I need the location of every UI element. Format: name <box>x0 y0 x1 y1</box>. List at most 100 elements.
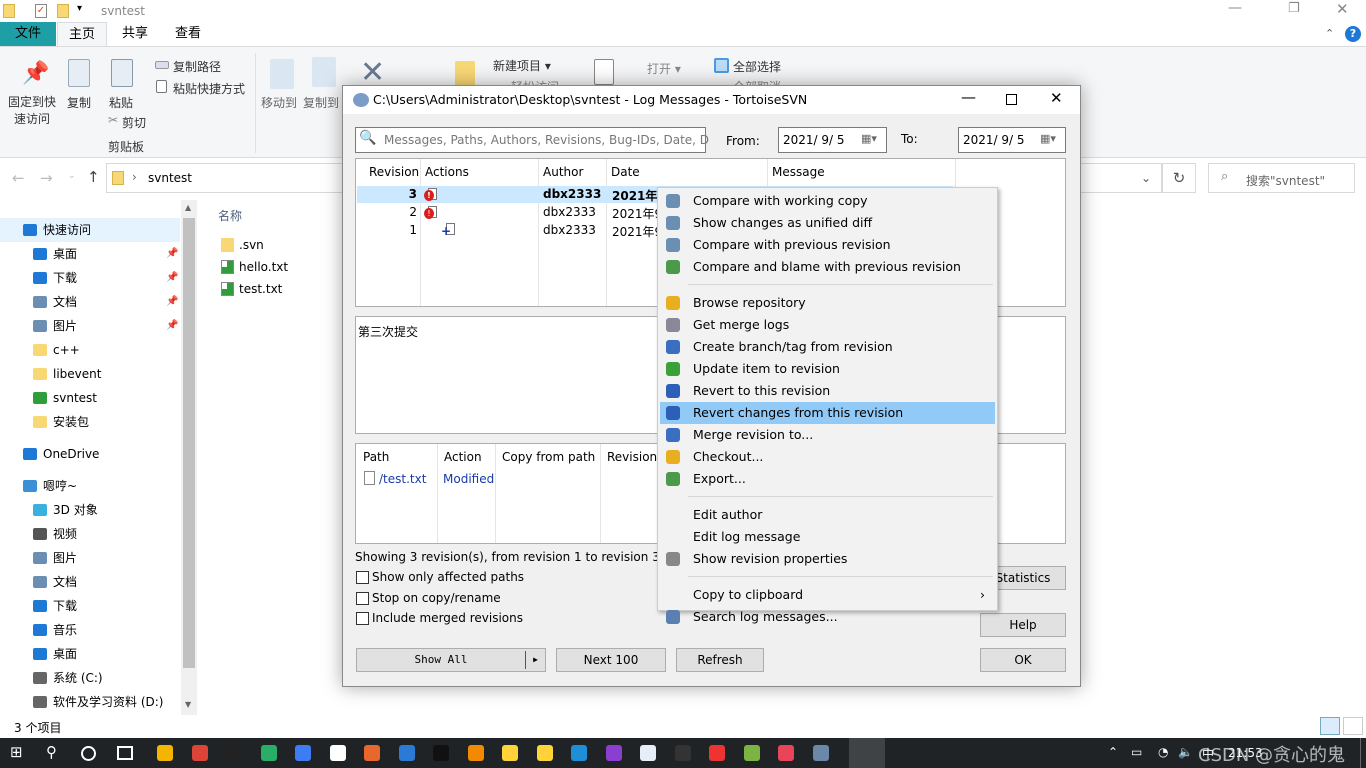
nav-item-download[interactable]: 下载 📌 <box>0 266 180 290</box>
menu-item-search-log-messages[interactable]: Search log messages... <box>660 606 995 628</box>
menu-item-update-item-to-revision[interactable]: Update item to revision <box>660 358 995 380</box>
nav-item-drive[interactable]: 系统 (C:) <box>0 666 180 690</box>
breadcrumb-svntest[interactable]: svntest <box>148 171 192 185</box>
new-item-button[interactable]: 新建项目 ▾ <box>493 57 551 74</box>
back-button[interactable]: ← <box>12 169 25 187</box>
header-action[interactable]: Action <box>439 444 482 470</box>
dialog-maximize-button[interactable] <box>1006 94 1017 105</box>
menu-item-copy-to-clipboard[interactable]: Copy to clipboard › <box>660 584 995 606</box>
file-item-name[interactable]: hello.txt <box>239 260 288 274</box>
tab-file[interactable]: 文件 <box>0 22 56 46</box>
app-icon[interactable] <box>640 745 656 761</box>
checkbox[interactable] <box>356 591 369 605</box>
menu-item-compare-with-working-copy[interactable]: Compare with working copy <box>660 190 995 212</box>
nav-item-drive[interactable]: 软件及学习资料 (D:) <box>0 690 180 714</box>
menu-item-show-changes-as-unified-diff[interactable]: Show changes as unified diff <box>660 212 995 234</box>
close-button[interactable]: ✕ <box>1336 0 1349 18</box>
refresh-button[interactable]: Refresh <box>676 648 764 672</box>
menu-item-compare-with-previous-revision[interactable]: Compare with previous revision <box>660 234 995 256</box>
nav-item-svn-folder[interactable]: svntest <box>0 386 180 410</box>
column-header-name[interactable]: 名称 <box>218 207 242 224</box>
tortoisesvn-icon[interactable] <box>812 745 829 761</box>
open-button[interactable]: 打开 ▾ <box>647 60 681 77</box>
header-revision[interactable]: Revision <box>602 444 657 470</box>
show-all-button[interactable]: Show All ▶ <box>356 648 546 672</box>
fox-icon[interactable] <box>364 745 380 761</box>
menu-item-compare-and-blame-with-previous-revision[interactable]: Compare and blame with previous revision <box>660 256 995 278</box>
tray-chevron-icon[interactable]: ⌃ <box>1108 745 1118 759</box>
nav-item-pictures[interactable]: 图片 <box>0 546 180 570</box>
checkbox-label[interactable]: Include merged revisions <box>372 611 523 625</box>
qq-icon[interactable] <box>226 745 242 761</box>
copy-path-button[interactable]: 复制路径 <box>173 58 221 75</box>
header-date[interactable]: Date <box>606 159 640 185</box>
copy-to-button[interactable]: 复制到 <box>303 94 339 111</box>
menu-item-revert-changes-from-this-revision[interactable]: Revert changes from this revision <box>660 402 995 424</box>
search-icon[interactable]: ⚲ <box>46 743 57 761</box>
volume-icon[interactable]: 🔈 <box>1178 745 1193 759</box>
recent-locations-button[interactable]: ⌄ <box>68 171 76 181</box>
menu-item-get-merge-logs[interactable]: Get merge logs <box>660 314 995 336</box>
terminal-icon[interactable] <box>674 745 691 761</box>
task-view-icon[interactable] <box>117 746 133 760</box>
menu-item-edit-log-message[interactable]: Edit log message <box>660 526 995 548</box>
zy-icon[interactable] <box>502 745 518 761</box>
file-item-name[interactable]: test.txt <box>239 282 282 296</box>
show-desktop-button[interactable] <box>1360 738 1366 768</box>
customize-qat-icon[interactable]: ▾ <box>77 3 82 14</box>
battery-icon[interactable]: ▭ <box>1131 745 1142 759</box>
app-icon[interactable] <box>295 745 311 761</box>
cortana-icon[interactable] <box>81 746 96 761</box>
nav-item-pictures[interactable]: 图片 📌 <box>0 314 180 338</box>
header-copy-from-path[interactable]: Copy from path <box>497 444 595 470</box>
nav-item-folder[interactable]: 安装包 <box>0 410 180 434</box>
menu-item-revert-to-this-revision[interactable]: Revert to this revision <box>660 380 995 402</box>
app-icon[interactable] <box>605 745 622 761</box>
wechat-icon[interactable] <box>260 745 277 761</box>
path-value[interactable]: /test.txt <box>379 472 426 486</box>
menu-item-merge-revision-to[interactable]: Merge revision to... <box>660 424 995 446</box>
tab-view[interactable]: 查看 <box>163 22 213 46</box>
details-view-button[interactable] <box>1320 717 1340 735</box>
pin-icon[interactable]: 📌 <box>166 314 178 338</box>
vscode-icon[interactable] <box>398 745 415 761</box>
file-item-name[interactable]: .svn <box>239 238 264 252</box>
scroll-up-icon[interactable]: ▲ <box>185 203 191 212</box>
nav-item-download[interactable]: 下载 <box>0 594 180 618</box>
paste-shortcut-button[interactable]: 粘贴快捷方式 <box>173 80 245 97</box>
collapse-ribbon-icon[interactable]: ⌃ <box>1325 27 1334 40</box>
address-dropdown-icon[interactable]: ⌄ <box>1141 171 1151 185</box>
checkbox[interactable] <box>356 571 369 584</box>
show-all-dropdown-icon[interactable]: ▶ <box>525 651 545 669</box>
refresh-button[interactable]: ↻ <box>1162 163 1196 193</box>
nav-item-folder[interactable]: c++ <box>0 338 180 362</box>
typora-icon[interactable] <box>329 745 346 761</box>
nav-item-document[interactable]: 文档 <box>0 570 180 594</box>
from-date-picker[interactable]: 2021/ 9/ 5 ▦▾ <box>778 127 887 153</box>
chrome-icon[interactable] <box>191 745 208 761</box>
start-button[interactable]: ⊞ <box>10 743 23 761</box>
app-icon[interactable] <box>778 745 794 761</box>
nav-item-folder[interactable]: libevent <box>0 362 180 386</box>
cut-button[interactable]: 剪切 <box>122 114 146 131</box>
pin-quick-access-button[interactable]: 固定到快 速访问 <box>4 94 60 128</box>
checkbox-label[interactable]: Show only affected paths <box>372 570 524 584</box>
search-icon[interactable]: 🔍 <box>359 130 376 146</box>
menu-item-show-revision-properties[interactable]: Show revision properties <box>660 548 995 570</box>
menu-item-browse-repository[interactable]: Browse repository <box>660 292 995 314</box>
nav-scrollbar[interactable]: ▲ ▼ <box>181 200 197 715</box>
pin-icon[interactable]: 📌 <box>166 266 178 290</box>
header-actions[interactable]: Actions <box>420 159 469 185</box>
nav-item-document[interactable]: 文档 📌 <box>0 290 180 314</box>
nav-item-cloud[interactable]: OneDrive <box>0 442 180 466</box>
to-date-picker[interactable]: 2021/ 9/ 5 ▦▾ <box>958 127 1066 153</box>
scroll-thumb[interactable] <box>183 218 195 668</box>
checkbox[interactable] <box>356 612 369 625</box>
checkbox-label[interactable]: Stop on copy/rename <box>372 591 501 605</box>
filter-input[interactable]: 🔍 Messages, Paths, Authors, Revisions, B… <box>355 127 709 153</box>
file-explorer-icon[interactable] <box>157 745 173 761</box>
calendar-dropdown-icon[interactable]: ▦▾ <box>861 132 877 145</box>
nav-item-star[interactable]: 快速访问 <box>0 218 180 242</box>
nav-item-desktop[interactable]: 桌面 📌 <box>0 242 180 266</box>
app-icon[interactable] <box>709 745 725 761</box>
